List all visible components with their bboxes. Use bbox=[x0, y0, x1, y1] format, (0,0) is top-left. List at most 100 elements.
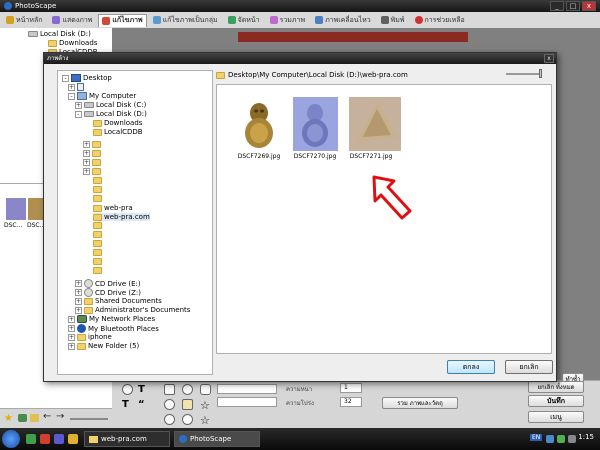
thumbnail[interactable] bbox=[6, 198, 26, 220]
text-bold-icon[interactable]: T bbox=[122, 399, 133, 410]
expand-icon[interactable]: + bbox=[83, 141, 90, 148]
quicklaunch-icon[interactable] bbox=[68, 434, 78, 444]
expand-icon[interactable]: + bbox=[68, 325, 75, 332]
expand-icon[interactable]: + bbox=[75, 306, 82, 314]
rectangle-icon[interactable] bbox=[164, 384, 175, 395]
tree-item-new-folder[interactable]: + New Folder (5) bbox=[68, 342, 139, 350]
expand-icon[interactable]: + bbox=[68, 333, 75, 341]
tree-item-drive-c[interactable]: + Local Disk (C:) bbox=[75, 101, 146, 109]
tree-item-folder[interactable] bbox=[93, 195, 102, 202]
side-tree-item[interactable]: Downloads bbox=[48, 39, 97, 47]
box-icon[interactable] bbox=[182, 399, 193, 410]
file-item[interactable]: DSCF7269.jpg bbox=[229, 97, 289, 160]
tree-item-bluetooth-places[interactable]: + My Bluetooth Places bbox=[68, 324, 159, 333]
circle-icon[interactable] bbox=[164, 399, 175, 410]
tree-item-folder[interactable]: Downloads bbox=[93, 119, 142, 127]
tree-item-folder[interactable]: LocalCDDB bbox=[93, 128, 143, 136]
tree-item-folder[interactable] bbox=[93, 186, 102, 193]
tree-item-web-pra-com[interactable]: web-pra.com bbox=[93, 213, 150, 221]
text-icon[interactable]: T bbox=[138, 384, 149, 395]
tab-home[interactable]: หน้าหลัก bbox=[2, 14, 46, 27]
tab-animated-gif[interactable]: ภาพเคลื่อนไหว bbox=[311, 14, 375, 27]
collapse-icon[interactable]: - bbox=[75, 110, 82, 118]
merge-button[interactable]: รวม ภาพและวัตถุ bbox=[382, 397, 458, 409]
tree-item-desktop[interactable]: - Desktop bbox=[62, 74, 112, 82]
collapse-icon[interactable]: - bbox=[62, 74, 69, 82]
expand-icon[interactable]: + bbox=[83, 159, 90, 166]
circle-icon[interactable] bbox=[164, 414, 175, 425]
speech-bubble-icon[interactable] bbox=[122, 384, 133, 395]
forward-arrow-icon[interactable]: → bbox=[56, 411, 64, 422]
save-button[interactable]: บันทึก bbox=[528, 395, 584, 407]
expand-icon[interactable]: + bbox=[75, 101, 82, 109]
thumbnail-size-slider-thumb[interactable] bbox=[539, 69, 542, 78]
circle-icon[interactable] bbox=[182, 384, 193, 395]
taskbar-item-web-pra[interactable]: web-pra.com bbox=[84, 431, 170, 447]
opacity-input[interactable]: 32 bbox=[340, 397, 362, 407]
tree-item-folder[interactable] bbox=[93, 258, 102, 265]
tree-item-drive-z[interactable]: + CD Drive (Z:) bbox=[75, 288, 141, 297]
taskbar-item-photoscape[interactable]: PhotoScape bbox=[174, 431, 260, 447]
pentagon-icon[interactable] bbox=[200, 384, 211, 395]
expand-icon[interactable]: + bbox=[75, 297, 82, 305]
tree-item-folder[interactable] bbox=[93, 231, 102, 238]
back-arrow-icon[interactable]: ← bbox=[43, 411, 51, 422]
tab-print[interactable]: พิมพ์ bbox=[377, 14, 409, 27]
collapse-icon[interactable]: - bbox=[68, 92, 75, 100]
add-icon[interactable] bbox=[18, 414, 27, 422]
tree-item-folder[interactable]: + bbox=[83, 141, 101, 148]
quicklaunch-icon[interactable] bbox=[40, 434, 50, 444]
zoom-slider[interactable] bbox=[70, 418, 108, 420]
cancel-all-button[interactable]: ยกเลิก ทั้งหมด bbox=[528, 381, 584, 393]
thumbnail-size-slider[interactable] bbox=[506, 73, 542, 75]
tab-viewer[interactable]: แสดงภาพ bbox=[48, 14, 96, 27]
menu-button[interactable]: เมนู bbox=[528, 411, 584, 423]
tree-item-drive-e[interactable]: + CD Drive (E:) bbox=[75, 279, 141, 288]
tab-help[interactable]: การช่วยเหลือ bbox=[411, 14, 469, 27]
star-icon[interactable]: ☆ bbox=[200, 414, 211, 427]
side-tree-drive[interactable]: Local Disk (D:) bbox=[28, 30, 91, 38]
tree-item-folder[interactable] bbox=[93, 177, 102, 184]
tray-icon[interactable] bbox=[546, 435, 554, 443]
expand-icon[interactable]: + bbox=[68, 83, 75, 91]
close-icon[interactable]: x bbox=[582, 1, 596, 11]
tree-item-folder[interactable] bbox=[93, 240, 102, 247]
expand-icon[interactable]: + bbox=[75, 280, 82, 287]
volume-icon[interactable] bbox=[568, 435, 576, 443]
tray-icon[interactable] bbox=[557, 435, 565, 443]
language-indicator[interactable]: EN bbox=[530, 434, 543, 441]
tab-combine[interactable]: รวมภาพ bbox=[266, 14, 309, 27]
expand-icon[interactable]: + bbox=[68, 342, 75, 350]
tree-item-folder[interactable]: + bbox=[83, 150, 101, 157]
start-button[interactable] bbox=[2, 430, 20, 448]
tree-item-unnamed[interactable]: + bbox=[68, 83, 84, 91]
expand-icon[interactable]: + bbox=[83, 150, 90, 157]
cancel-button[interactable]: ยกเลิก bbox=[505, 360, 553, 374]
tab-batch-editor[interactable]: แก้ไขภาพเป็นกลุ่ม bbox=[149, 14, 222, 27]
expand-icon[interactable]: + bbox=[68, 315, 75, 323]
star-icon[interactable]: ★ bbox=[4, 413, 13, 424]
tree-item-web-pra[interactable]: web-pra bbox=[93, 204, 133, 212]
file-item-selected[interactable]: DSCF7270.jpg bbox=[285, 97, 345, 160]
tab-editor[interactable]: แก้ไขภาพ bbox=[98, 13, 147, 27]
quicklaunch-icon[interactable] bbox=[26, 434, 36, 444]
tree-item-my-computer[interactable]: - My Computer bbox=[68, 92, 136, 100]
circle-icon[interactable] bbox=[182, 414, 193, 425]
tree-item-folder[interactable] bbox=[93, 267, 102, 274]
star-icon[interactable]: ☆ bbox=[200, 399, 211, 412]
tab-page[interactable]: จัดหน้า bbox=[224, 14, 264, 27]
tree-item-folder[interactable]: + bbox=[83, 159, 101, 166]
maximize-icon[interactable]: □ bbox=[566, 1, 580, 11]
tree-item-admin-documents[interactable]: + Administrator's Documents bbox=[75, 306, 190, 314]
ok-button[interactable]: ตกลง bbox=[447, 360, 495, 374]
style-combo[interactable] bbox=[217, 384, 277, 394]
tree-item-folder[interactable] bbox=[93, 222, 102, 229]
tree-item-folder[interactable]: + bbox=[83, 168, 101, 175]
tree-item-iphone[interactable]: + iphone bbox=[68, 333, 112, 341]
file-item[interactable]: DSCF7271.jpg bbox=[341, 97, 401, 160]
expand-icon[interactable]: + bbox=[83, 168, 90, 175]
tree-item-shared-documents[interactable]: + Shared Documents bbox=[75, 297, 162, 305]
minimize-icon[interactable]: _ bbox=[550, 1, 564, 11]
tree-item-folder[interactable] bbox=[93, 249, 102, 256]
expand-icon[interactable]: + bbox=[75, 289, 82, 296]
